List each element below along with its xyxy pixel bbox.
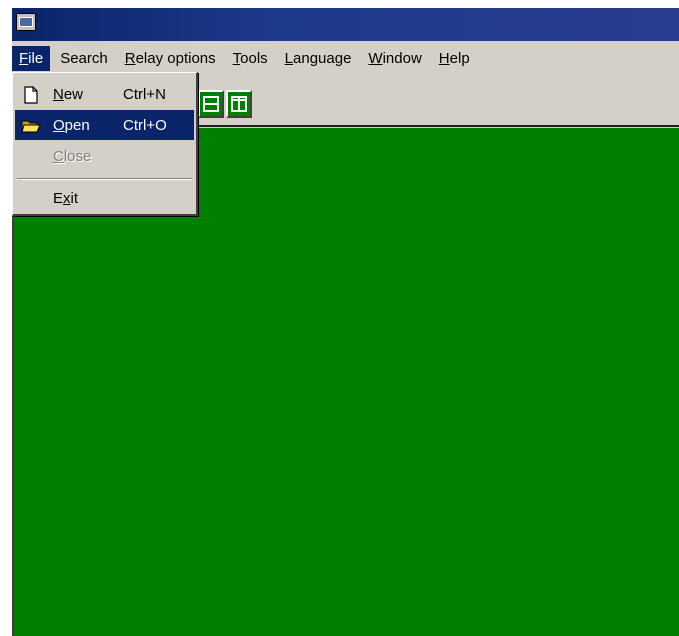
menu-file-mnemonic: F (19, 49, 29, 67)
menu-file[interactable]: File (12, 45, 51, 71)
menu-search-label-pre: Se (60, 49, 79, 67)
toolbar-tile-horizontal-button[interactable] (198, 90, 224, 118)
file-menu-open-label: Open (53, 116, 90, 134)
new-document-icon (24, 86, 38, 104)
file-menu-separator (17, 178, 192, 180)
menu-relay-options[interactable]: Relay options (118, 46, 223, 71)
menu-search[interactable]: Search (53, 46, 115, 71)
menu-help-mnemonic: H (438, 49, 450, 67)
menu-relay-options-label: elay options (135, 49, 216, 67)
file-menu-exit[interactable]: Exit (15, 183, 194, 213)
title-bar[interactable] (12, 8, 679, 41)
menu-window[interactable]: Window (361, 46, 428, 71)
file-menu-exit-label: Exit (53, 189, 79, 207)
file-menu-open-shortcut: Ctrl+O (123, 116, 167, 134)
menu-bar: File Search Relay options Tools Language… (12, 43, 679, 73)
file-menu-close[interactable]: Close (15, 141, 194, 171)
tile-vertical-icon (231, 96, 247, 112)
menu-language-label: anguage (293, 49, 352, 67)
file-menu-open[interactable]: Open Ctrl+O (15, 110, 194, 140)
file-menu-new-label: New (53, 85, 84, 103)
menu-tools-label: ools (240, 49, 268, 67)
menu-tools[interactable]: Tools (226, 46, 275, 71)
menu-search-label: arch (78, 49, 108, 67)
file-menu-close-label: Close (53, 147, 92, 165)
file-menu-new-shortcut: Ctrl+N (123, 85, 166, 103)
menu-language[interactable]: Language (278, 46, 359, 71)
open-folder-icon (21, 120, 41, 133)
file-menu-new[interactable]: New Ctrl+N (15, 79, 194, 109)
menu-window-mnemonic: W (368, 49, 383, 67)
menu-file-label: ile (28, 49, 44, 67)
app-icon[interactable] (16, 13, 36, 31)
toolbar-tile-vertical-button[interactable] (226, 90, 252, 118)
menu-relay-options-mnemonic: R (124, 49, 136, 67)
file-menu-dropdown: New Ctrl+N Open Ctrl+O Close Exit (12, 72, 198, 216)
menu-language-mnemonic: L (284, 49, 294, 67)
menu-help[interactable]: Help (432, 46, 477, 71)
menu-window-label: indow (382, 49, 422, 67)
tile-horizontal-icon (203, 96, 219, 112)
menu-help-label: elp (449, 49, 470, 67)
